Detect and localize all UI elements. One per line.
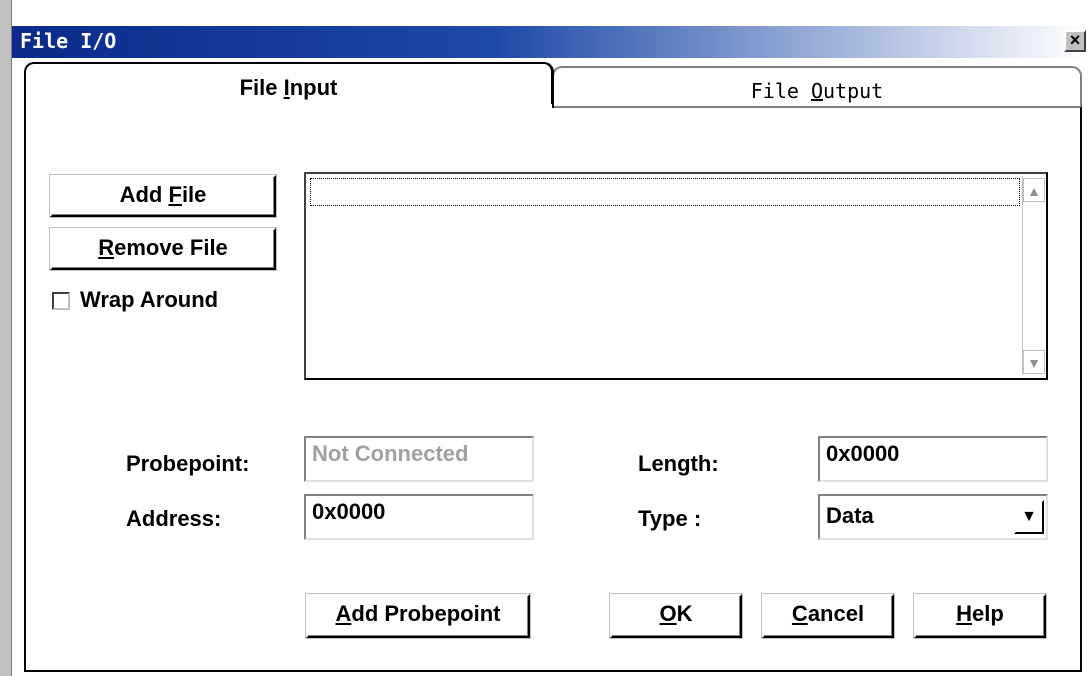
scroll-up-arrow-icon[interactable]: ▲ <box>1023 178 1045 202</box>
tab-file-output[interactable]: File Output <box>552 66 1082 106</box>
wrap-around-checkbox[interactable] <box>52 292 70 310</box>
chevron-down-icon[interactable]: ▼ <box>1014 500 1044 534</box>
probepoint-field: Not Connected <box>304 436 534 482</box>
tab-file-output-label: File Output <box>750 79 884 103</box>
remove-file-button[interactable]: Remove File <box>50 228 276 270</box>
list-scrollbar[interactable]: ▲ ▼ <box>1022 176 1045 374</box>
ok-button[interactable]: OK <box>610 594 742 638</box>
list-focus-row[interactable] <box>310 178 1020 206</box>
wrap-around-label[interactable]: Wrap Around <box>80 287 218 313</box>
title-bar[interactable]: File I/O × <box>12 26 1086 58</box>
address-label: Address: <box>126 506 222 531</box>
help-button[interactable]: Help <box>914 594 1046 638</box>
tab-file-input-label: File Input <box>239 75 338 100</box>
length-field[interactable]: 0x0000 <box>818 436 1048 482</box>
length-label: Length: <box>638 451 719 476</box>
probepoint-label: Probepoint: <box>126 451 250 476</box>
type-select[interactable]: Data ▼ <box>818 494 1048 540</box>
type-label: Type : <box>638 506 702 531</box>
tab-file-input[interactable]: File Input <box>24 62 554 108</box>
file-listbox[interactable]: ▲ ▼ <box>304 172 1048 380</box>
add-probepoint-button[interactable]: Add Probepoint <box>306 594 530 638</box>
cancel-button[interactable]: Cancel <box>762 594 894 638</box>
type-select-value: Data <box>826 503 874 528</box>
add-file-button[interactable]: Add File <box>50 175 276 217</box>
scroll-down-arrow-icon[interactable]: ▼ <box>1023 350 1045 374</box>
window-title: File I/O <box>20 29 117 53</box>
window-left-edge <box>0 0 12 676</box>
close-button[interactable]: × <box>1064 30 1086 52</box>
tab-joint <box>26 104 552 108</box>
address-field[interactable]: 0x0000 <box>304 494 534 540</box>
